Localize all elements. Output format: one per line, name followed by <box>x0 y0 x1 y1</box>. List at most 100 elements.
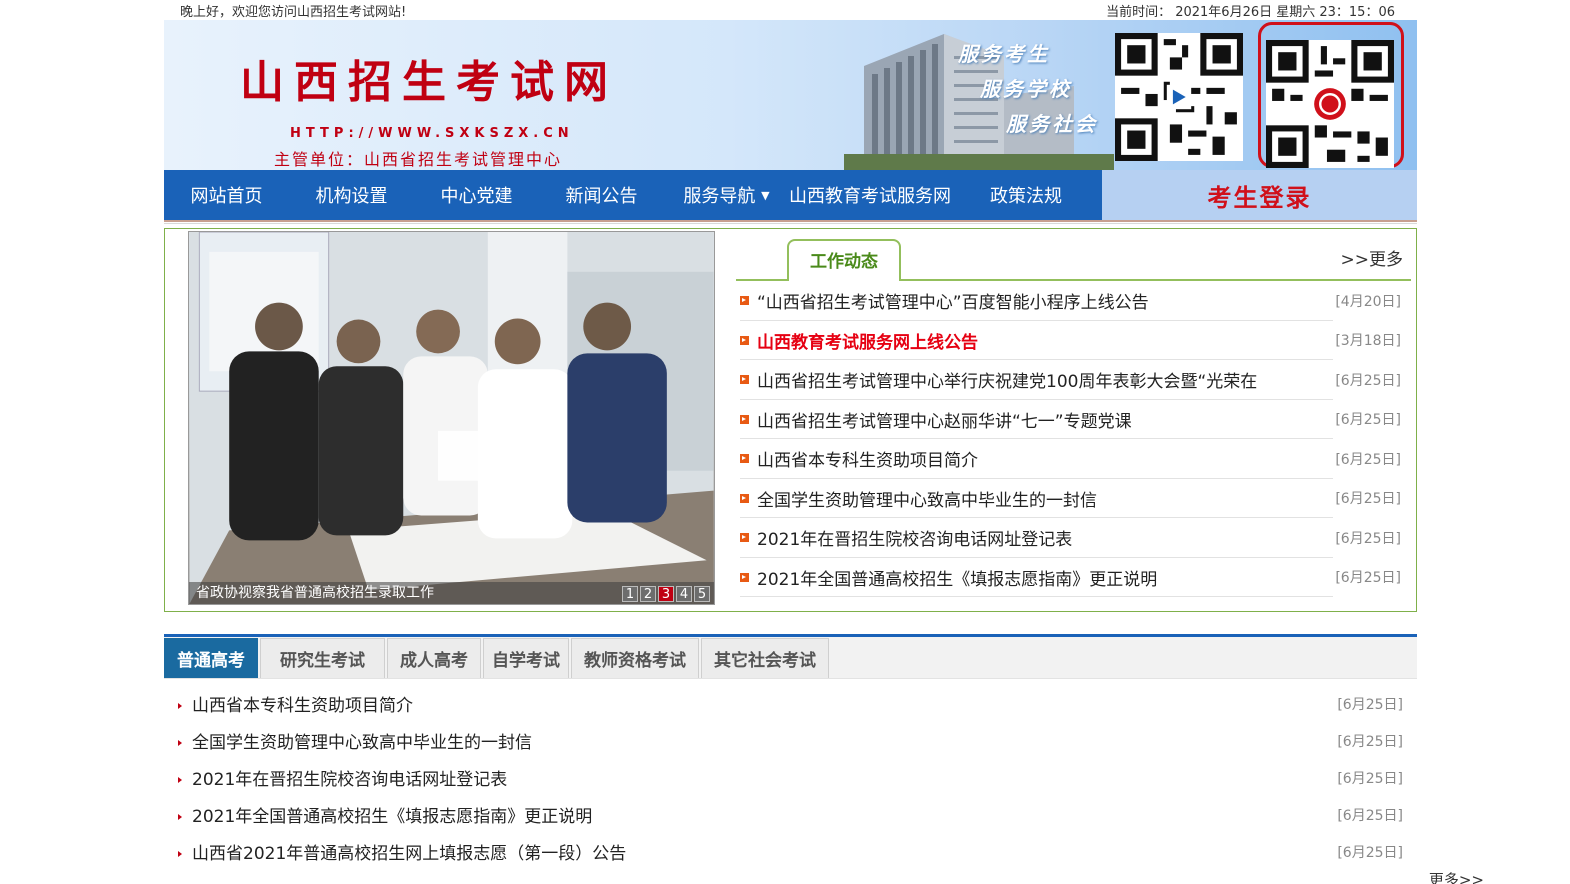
slide-pager: 1 2 3 4 5 <box>622 586 710 602</box>
news-more-link[interactable]: >>更多 <box>1341 245 1404 270</box>
news-date: [6月25日] <box>1335 412 1401 429</box>
slide-photo <box>189 232 714 604</box>
news-date: [6月25日] <box>1335 530 1401 547</box>
news-title[interactable]: 山西省招生考试管理中心举行庆祝建党100周年表彰大会暨“光荣在 <box>757 367 1257 392</box>
exam-more-link[interactable]: 更多>> <box>1429 869 1484 884</box>
news-title[interactable]: 山西教育考试服务网上线公告 <box>757 328 978 353</box>
nav-organization[interactable]: 机构设置 <box>289 182 414 208</box>
caret-down-icon: ▼ <box>761 189 770 202</box>
list-item-date: [6月25日] <box>1337 733 1403 750</box>
qr-code-icon <box>1115 33 1243 161</box>
site-url: HTTP://WWW.SXKSZX.CN <box>290 126 574 141</box>
news-date: [6月25日] <box>1335 451 1401 468</box>
slogan-society: 服务社会 <box>1006 112 1098 136</box>
bullet-icon <box>740 493 749 503</box>
news-title[interactable]: 山西省招生考试管理中心赵丽华讲“七一”专题党课 <box>757 407 1132 432</box>
featured-section: 省政协视察我省普通高校招生录取工作 1 2 3 4 5 工作动态 >>更多 “山… <box>164 228 1417 612</box>
nav-service-guide-label: 服务导航 <box>683 186 756 207</box>
news-date: [3月18日] <box>1335 333 1401 350</box>
student-login-button[interactable]: 考生登录 <box>1102 170 1417 220</box>
arrow-icon <box>178 702 182 709</box>
news-title[interactable]: 2021年在晋招生院校咨询电话网址登记表 <box>757 525 1072 550</box>
list-item-title[interactable]: 全国学生资助管理中心致高中毕业生的一封信 <box>192 728 532 753</box>
nav-home[interactable]: 网站首页 <box>164 182 289 208</box>
news-date: [6月25日] <box>1335 491 1401 508</box>
news-item[interactable]: 山西教育考试服务网上线公告 [3月18日] <box>736 321 1411 361</box>
list-item-date: [6月25日] <box>1337 844 1403 861</box>
slide-page-5[interactable]: 5 <box>694 586 710 602</box>
current-time: 当前时间： 2021年6月26日 星期六 23：15：06 <box>1106 4 1395 20</box>
nav-divider <box>164 220 1417 224</box>
slogan-schools: 服务学校 <box>980 77 1072 101</box>
nav-party-building[interactable]: 中心党建 <box>414 182 539 208</box>
exam-category-section: 普通高考 研究生考试 成人高考 自学考试 教师资格考试 其它社会考试 山西省本专… <box>164 634 1417 870</box>
news-title[interactable]: “山西省招生考试管理中心”百度智能小程序上线公告 <box>757 288 1149 313</box>
news-list: “山西省招生考试管理中心”百度智能小程序上线公告 [4月20日] 山西教育考试服务… <box>736 281 1411 597</box>
news-tab-bar: 工作动态 >>更多 <box>736 235 1411 281</box>
arrow-icon <box>178 850 182 857</box>
list-item-title[interactable]: 2021年在晋招生院校咨询电话网址登记表 <box>192 765 507 790</box>
top-bar: 晚上好，欢迎您访问山西招生考试网站! 当前时间： 2021年6月26日 星期六 … <box>164 0 1417 20</box>
nav-exam-service[interactable]: 山西教育考试服务网 <box>789 182 951 208</box>
exam-news-list: 山西省本专科生资助项目简介 [6月25日] 全国学生资助管理中心致高中毕业生的一封… <box>164 679 1417 870</box>
list-item-date: [6月25日] <box>1337 807 1403 824</box>
slide-page-1[interactable]: 1 <box>622 586 638 602</box>
main-nav: 网站首页 机构设置 中心党建 新闻公告 服务导航 ▼ 山西教育考试服务网 政策法… <box>164 170 1417 220</box>
bullet-icon <box>740 296 749 306</box>
slogan-students: 服务考生 <box>958 42 1050 66</box>
news-item[interactable]: 山西省招生考试管理中心举行庆祝建党100周年表彰大会暨“光荣在 [6月25日] <box>736 360 1411 400</box>
list-item[interactable]: 山西省2021年普通高校招生网上填报志愿（第一段）公告 [6月25日] <box>164 833 1417 870</box>
news-item[interactable]: 2021年在晋招生院校咨询电话网址登记表 [6月25日] <box>736 518 1411 558</box>
list-item[interactable]: 2021年在晋招生院校咨询电话网址登记表 [6月25日] <box>164 759 1417 796</box>
tab-adult-exam[interactable]: 成人高考 <box>387 638 481 678</box>
bullet-icon <box>740 533 749 543</box>
tab-gaokao[interactable]: 普通高考 <box>164 638 258 678</box>
tab-teacher-qualification[interactable]: 教师资格考试 <box>571 638 699 678</box>
slide-page-2[interactable]: 2 <box>640 586 656 602</box>
news-item[interactable]: 山西省招生考试管理中心赵丽华讲“七一”专题党课 [6月25日] <box>736 400 1411 440</box>
list-item-title[interactable]: 2021年全国普通高校招生《填报志愿指南》更正说明 <box>192 802 592 827</box>
tab-work-news[interactable]: 工作动态 <box>787 239 901 281</box>
list-item[interactable]: 山西省本专科生资助项目简介 [6月25日] <box>164 685 1417 722</box>
bullet-icon <box>740 414 749 424</box>
bullet-icon <box>740 454 749 464</box>
greeting-text: 晚上好，欢迎您访问山西招生考试网站! <box>180 4 407 20</box>
news-item[interactable]: “山西省招生考试管理中心”百度智能小程序上线公告 [4月20日] <box>736 281 1411 321</box>
slide-page-4[interactable]: 4 <box>676 586 692 602</box>
news-title[interactable]: 山西省本专科生资助项目简介 <box>757 446 978 471</box>
arrow-icon <box>178 776 182 783</box>
bullet-icon <box>740 572 749 582</box>
list-item-date: [6月25日] <box>1337 770 1403 787</box>
page-container: 晚上好，欢迎您访问山西招生考试网站! 当前时间： 2021年6月26日 星期六 … <box>164 0 1417 870</box>
list-item-date: [6月25日] <box>1337 696 1403 713</box>
qr-code-icon <box>1266 40 1394 168</box>
list-item-title[interactable]: 山西省2021年普通高校招生网上填报志愿（第一段）公告 <box>192 839 626 864</box>
supervisor-text: 主管单位：山西省招生考试管理中心 <box>274 150 563 169</box>
news-item[interactable]: 2021年全国普通高校招生《填报志愿指南》更正说明 [6月25日] <box>736 558 1411 598</box>
bullet-icon <box>740 375 749 385</box>
nav-policy[interactable]: 政策法规 <box>951 182 1101 208</box>
arrow-icon <box>178 813 182 820</box>
header-banner: 山西招生考试网 HTTP://WWW.SXKSZX.CN 主管单位：山西省招生考… <box>164 20 1417 170</box>
news-title[interactable]: 2021年全国普通高校招生《填报志愿指南》更正说明 <box>757 565 1157 590</box>
exam-tabs: 普通高考 研究生考试 成人高考 自学考试 教师资格考试 其它社会考试 <box>164 637 1417 679</box>
photo-slideshow[interactable]: 省政协视察我省普通高校招生录取工作 1 2 3 4 5 <box>188 231 715 605</box>
news-item[interactable]: 全国学生资助管理中心致高中毕业生的一封信 [6月25日] <box>736 479 1411 519</box>
slide-page-3[interactable]: 3 <box>658 586 674 602</box>
news-date: [6月25日] <box>1335 372 1401 389</box>
tab-self-study-exam[interactable]: 自学考试 <box>483 638 569 678</box>
site-title[interactable]: 山西招生考试网 <box>240 46 618 110</box>
list-item[interactable]: 全国学生资助管理中心致高中毕业生的一封信 [6月25日] <box>164 722 1417 759</box>
nav-service-guide[interactable]: 服务导航 ▼ <box>664 182 789 208</box>
nav-news[interactable]: 新闻公告 <box>539 182 664 208</box>
list-item-title[interactable]: 山西省本专科生资助项目简介 <box>192 691 413 716</box>
news-title[interactable]: 全国学生资助管理中心致高中毕业生的一封信 <box>757 486 1097 511</box>
news-item[interactable]: 山西省本专科生资助项目简介 [6月25日] <box>736 439 1411 479</box>
tab-graduate-exam[interactable]: 研究生考试 <box>260 638 385 678</box>
news-date: [4月20日] <box>1335 293 1401 310</box>
list-item[interactable]: 2021年全国普通高校招生《填报志愿指南》更正说明 [6月25日] <box>164 796 1417 833</box>
work-news-panel: 工作动态 >>更多 “山西省招生考试管理中心”百度智能小程序上线公告 [4月20日… <box>736 235 1411 597</box>
arrow-icon <box>178 739 182 746</box>
bullet-icon <box>740 335 749 345</box>
tab-other-exams[interactable]: 其它社会考试 <box>701 638 829 678</box>
